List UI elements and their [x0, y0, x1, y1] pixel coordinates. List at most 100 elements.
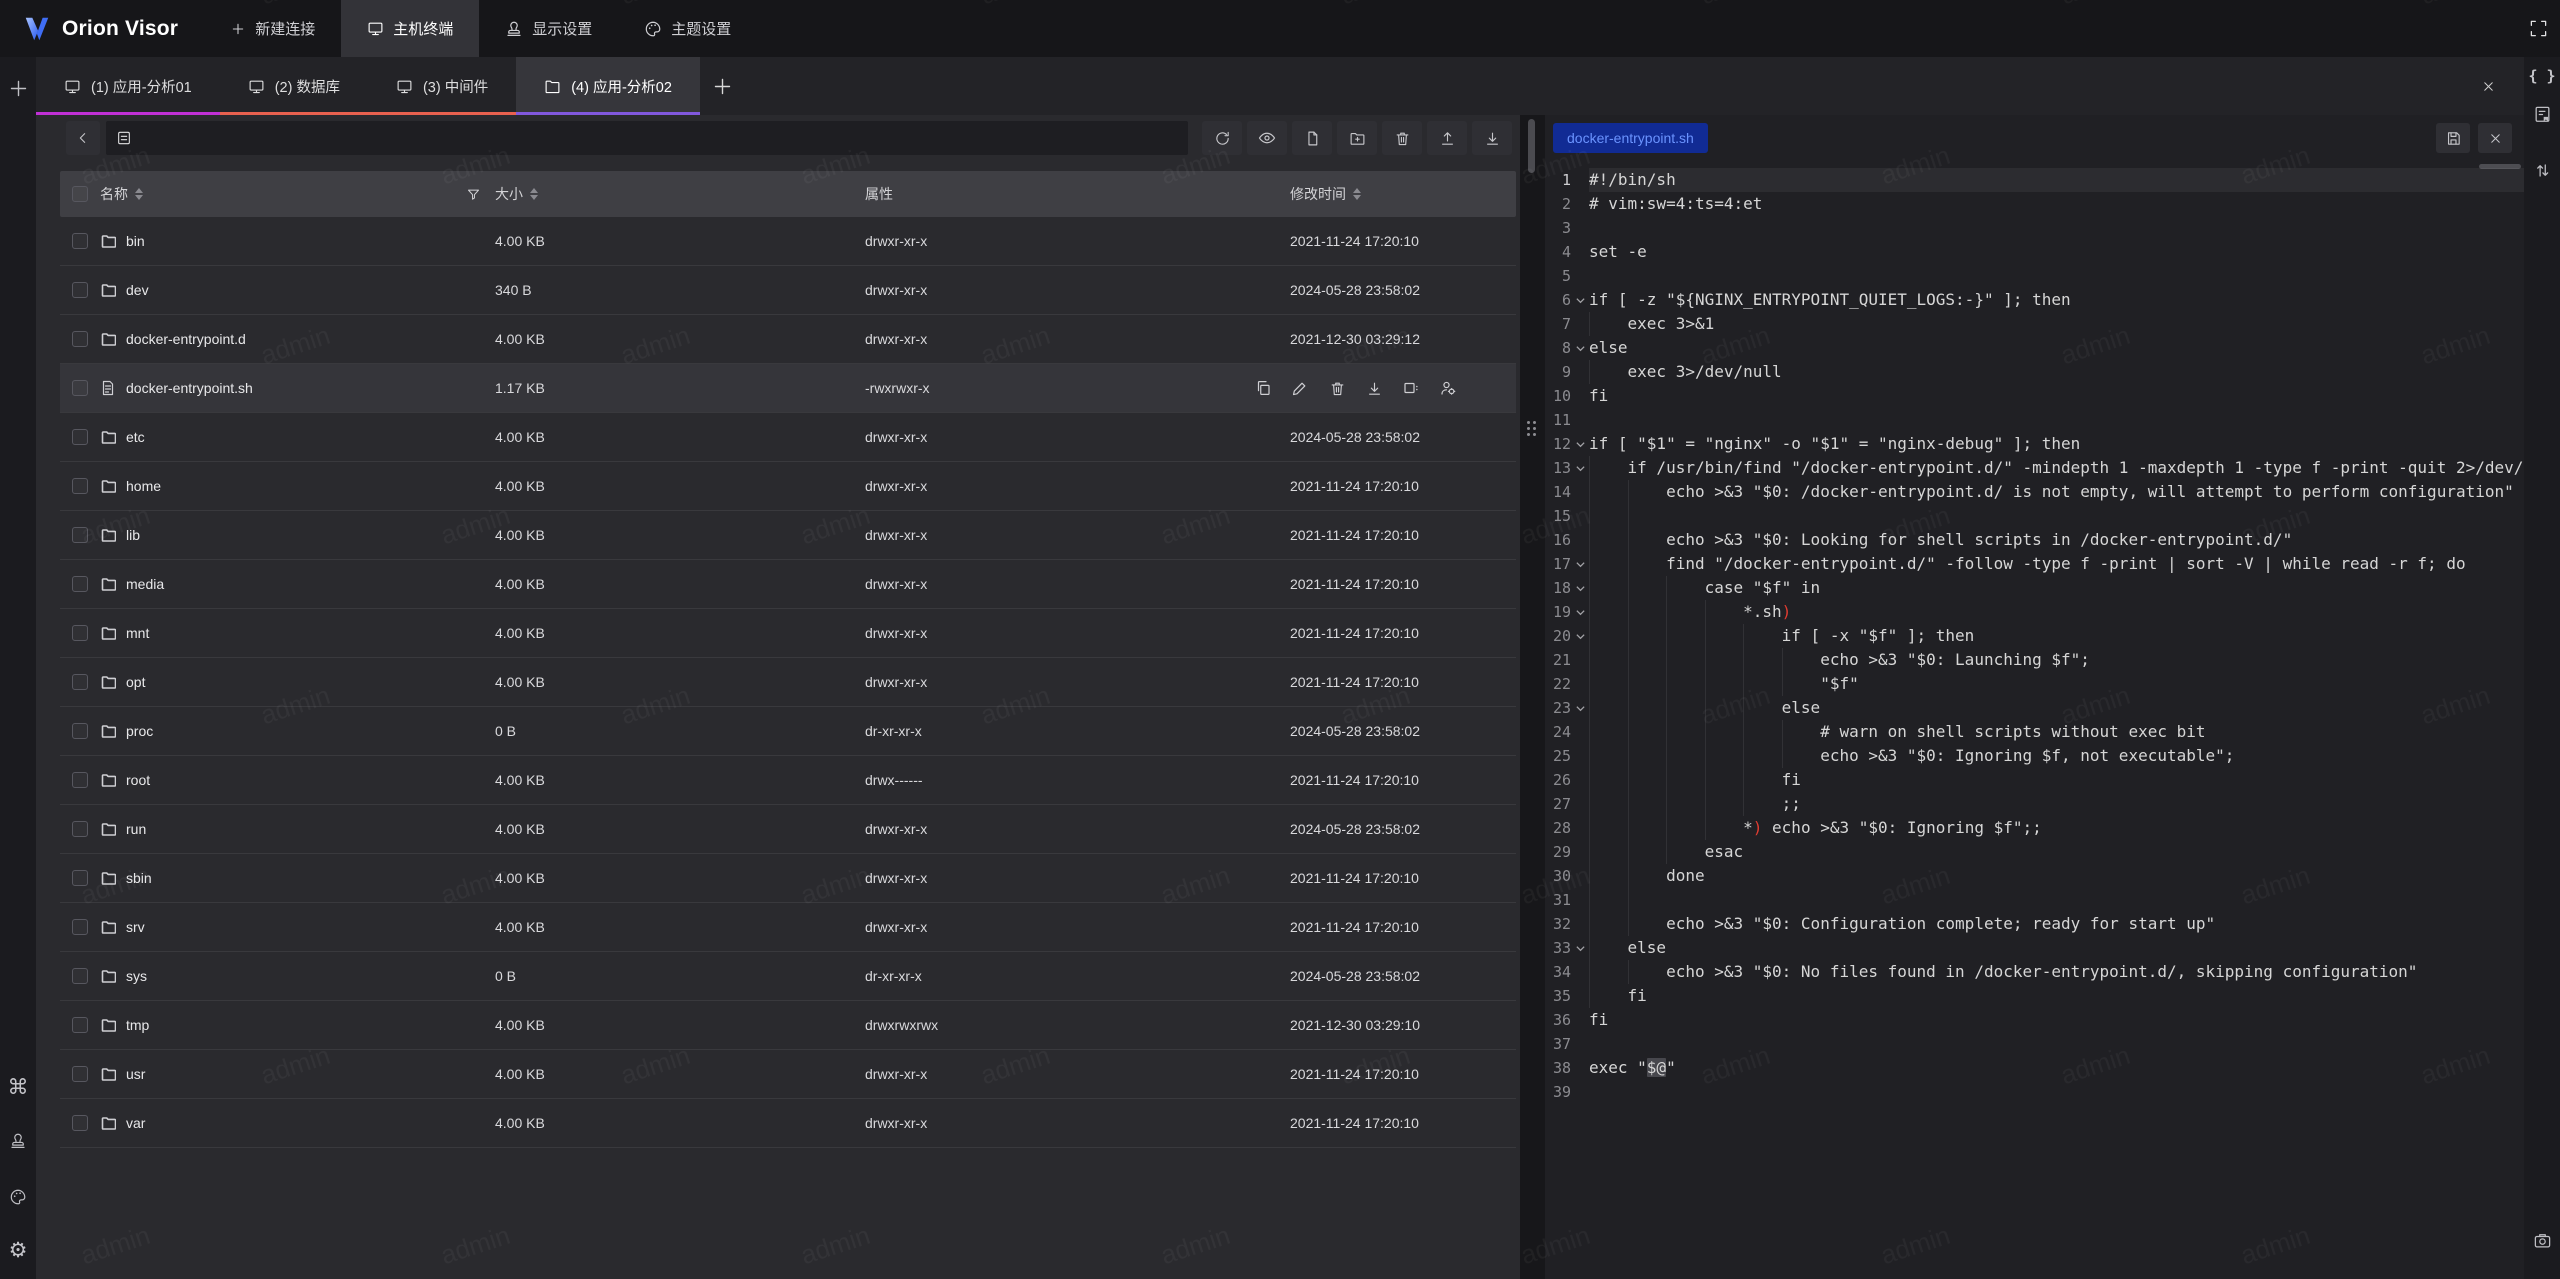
nav-host-terminal[interactable]: 主机终端: [341, 0, 479, 57]
table-row[interactable]: media4.00 KBdrwxr-xr-x2021-11-24 17:20:1…: [60, 560, 1516, 609]
row-checkbox[interactable]: [72, 1115, 88, 1131]
row-checkbox[interactable]: [72, 674, 88, 690]
row-checkbox[interactable]: [72, 772, 88, 788]
fold-chevron-icon[interactable]: [1571, 288, 1589, 312]
close-editor-button[interactable]: [2478, 123, 2512, 153]
display-settings-icon[interactable]: [5, 1128, 31, 1154]
fold-chevron-icon[interactable]: [1571, 600, 1589, 624]
file-name[interactable]: lib: [126, 527, 140, 543]
row-checkbox[interactable]: [72, 429, 88, 445]
row-checkbox[interactable]: [72, 919, 88, 935]
sort-updown-icon[interactable]: [2529, 157, 2555, 183]
table-row[interactable]: mnt4.00 KBdrwxr-xr-x2021-11-24 17:20:10: [60, 609, 1516, 658]
file-name[interactable]: srv: [126, 919, 145, 935]
filter-icon[interactable]: [466, 187, 481, 202]
scrollbar-thumb[interactable]: [1528, 119, 1535, 173]
path-bar[interactable]: [106, 121, 1188, 155]
fullscreen-icon[interactable]: [2529, 19, 2548, 38]
file-name[interactable]: sys: [126, 968, 147, 984]
row-checkbox[interactable]: [72, 625, 88, 641]
row-checkbox[interactable]: [72, 233, 88, 249]
file-name[interactable]: root: [126, 772, 150, 788]
settings-gear-icon[interactable]: ⚙: [9, 1240, 28, 1261]
permission-icon[interactable]: [1437, 377, 1459, 399]
table-row[interactable]: run4.00 KBdrwxr-xr-x2024-05-28 23:58:02: [60, 805, 1516, 854]
file-name[interactable]: home: [126, 478, 161, 494]
table-row[interactable]: sys0 Bdr-xr-xr-x2024-05-28 23:58:02: [60, 952, 1516, 1001]
file-name[interactable]: proc: [126, 723, 153, 739]
row-checkbox[interactable]: [72, 380, 88, 396]
fold-chevron-icon[interactable]: [1571, 456, 1589, 480]
delete-button[interactable]: [1382, 121, 1422, 155]
table-row[interactable]: docker-entrypoint.d4.00 KBdrwxr-xr-x2021…: [60, 315, 1516, 364]
sort-mtime[interactable]: [1353, 188, 1361, 200]
new-tab-button[interactable]: [700, 57, 746, 115]
table-row[interactable]: dev340 Bdrwxr-xr-x2024-05-28 23:58:02: [60, 266, 1516, 315]
table-row[interactable]: lib4.00 KBdrwxr-xr-x2021-11-24 17:20:10: [60, 511, 1516, 560]
file-name[interactable]: run: [126, 821, 146, 837]
row-checkbox[interactable]: [72, 723, 88, 739]
tab-database[interactable]: (2) 数据库: [220, 57, 368, 115]
row-checkbox[interactable]: [72, 478, 88, 494]
fold-chevron-icon[interactable]: [1571, 624, 1589, 648]
nav-new-connection[interactable]: 新建连接: [204, 0, 341, 57]
preview-button[interactable]: [1247, 121, 1287, 155]
file-name[interactable]: sbin: [126, 870, 152, 886]
save-file-button[interactable]: [2436, 123, 2470, 153]
tab-app-analysis-01[interactable]: (1) 应用-分析01: [36, 57, 220, 115]
fold-chevron-icon[interactable]: [1571, 696, 1589, 720]
file-name[interactable]: var: [126, 1115, 145, 1131]
download-icon[interactable]: [1363, 377, 1385, 399]
table-row[interactable]: tmp4.00 KBdrwxrwxrwx2021-12-30 03:29:10: [60, 1001, 1516, 1050]
file-name[interactable]: docker-entrypoint.sh: [126, 380, 253, 396]
edit-icon[interactable]: [1289, 377, 1311, 399]
file-name[interactable]: mnt: [126, 625, 149, 641]
upload-button[interactable]: [1427, 121, 1467, 155]
table-row[interactable]: bin4.00 KBdrwxr-xr-x2021-11-24 17:20:10: [60, 217, 1516, 266]
table-row[interactable]: root4.00 KBdrwx------2021-11-24 17:20:10: [60, 756, 1516, 805]
fold-chevron-icon[interactable]: [1571, 576, 1589, 600]
download-button[interactable]: [1472, 121, 1512, 155]
nav-display-settings[interactable]: 显示设置: [479, 0, 618, 57]
row-checkbox[interactable]: [72, 527, 88, 543]
pane-splitter[interactable]: [1520, 115, 1545, 1279]
row-checkbox[interactable]: [72, 576, 88, 592]
path-input[interactable]: [140, 130, 1178, 146]
tab-middleware[interactable]: (3) 中间件: [368, 57, 516, 115]
nav-theme-settings[interactable]: 主题设置: [618, 0, 757, 57]
file-name[interactable]: bin: [126, 233, 145, 249]
shortcut-keys-icon[interactable]: ⌘: [8, 1077, 29, 1098]
code-editor[interactable]: 1#!/bin/sh2# vim:sw=4:ts=4:et34set -e56i…: [1545, 161, 2524, 1279]
row-checkbox[interactable]: [72, 1017, 88, 1033]
screenshot-camera-icon[interactable]: [2529, 1227, 2555, 1253]
braces-icon[interactable]: { }: [2528, 67, 2555, 85]
file-name[interactable]: docker-entrypoint.d: [126, 331, 246, 347]
delete-icon[interactable]: [1326, 377, 1348, 399]
sort-size[interactable]: [530, 188, 538, 200]
tab-app-analysis-02[interactable]: (4) 应用-分析02: [516, 57, 700, 115]
close-tab-icon[interactable]: [2481, 57, 2496, 115]
select-all-checkbox[interactable]: [72, 186, 88, 202]
back-button[interactable]: [66, 121, 100, 155]
table-row[interactable]: etc4.00 KBdrwxr-xr-x2024-05-28 23:58:02: [60, 413, 1516, 462]
new-folder-button[interactable]: [1337, 121, 1377, 155]
refresh-button[interactable]: [1202, 121, 1242, 155]
fold-chevron-icon[interactable]: [1571, 936, 1589, 960]
fold-chevron-icon[interactable]: [1571, 336, 1589, 360]
table-row[interactable]: var4.00 KBdrwxr-xr-x2021-11-24 17:20:10: [60, 1099, 1516, 1148]
new-file-button[interactable]: [1292, 121, 1332, 155]
file-name[interactable]: media: [126, 576, 164, 592]
table-row[interactable]: docker-entrypoint.sh1.17 KB-rwxrwxr-x: [60, 364, 1516, 413]
row-checkbox[interactable]: [72, 331, 88, 347]
fold-chevron-icon[interactable]: [1571, 432, 1589, 456]
file-name[interactable]: opt: [126, 674, 145, 690]
file-name[interactable]: etc: [126, 429, 145, 445]
row-checkbox[interactable]: [72, 1066, 88, 1082]
table-row[interactable]: usr4.00 KBdrwxr-xr-x2021-11-24 17:20:10: [60, 1050, 1516, 1099]
row-checkbox[interactable]: [72, 821, 88, 837]
file-name[interactable]: tmp: [126, 1017, 149, 1033]
new-connection-icon[interactable]: [5, 75, 31, 101]
copy-icon[interactable]: [1252, 377, 1274, 399]
path-list-icon[interactable]: [116, 130, 132, 146]
file-name[interactable]: usr: [126, 1066, 145, 1082]
